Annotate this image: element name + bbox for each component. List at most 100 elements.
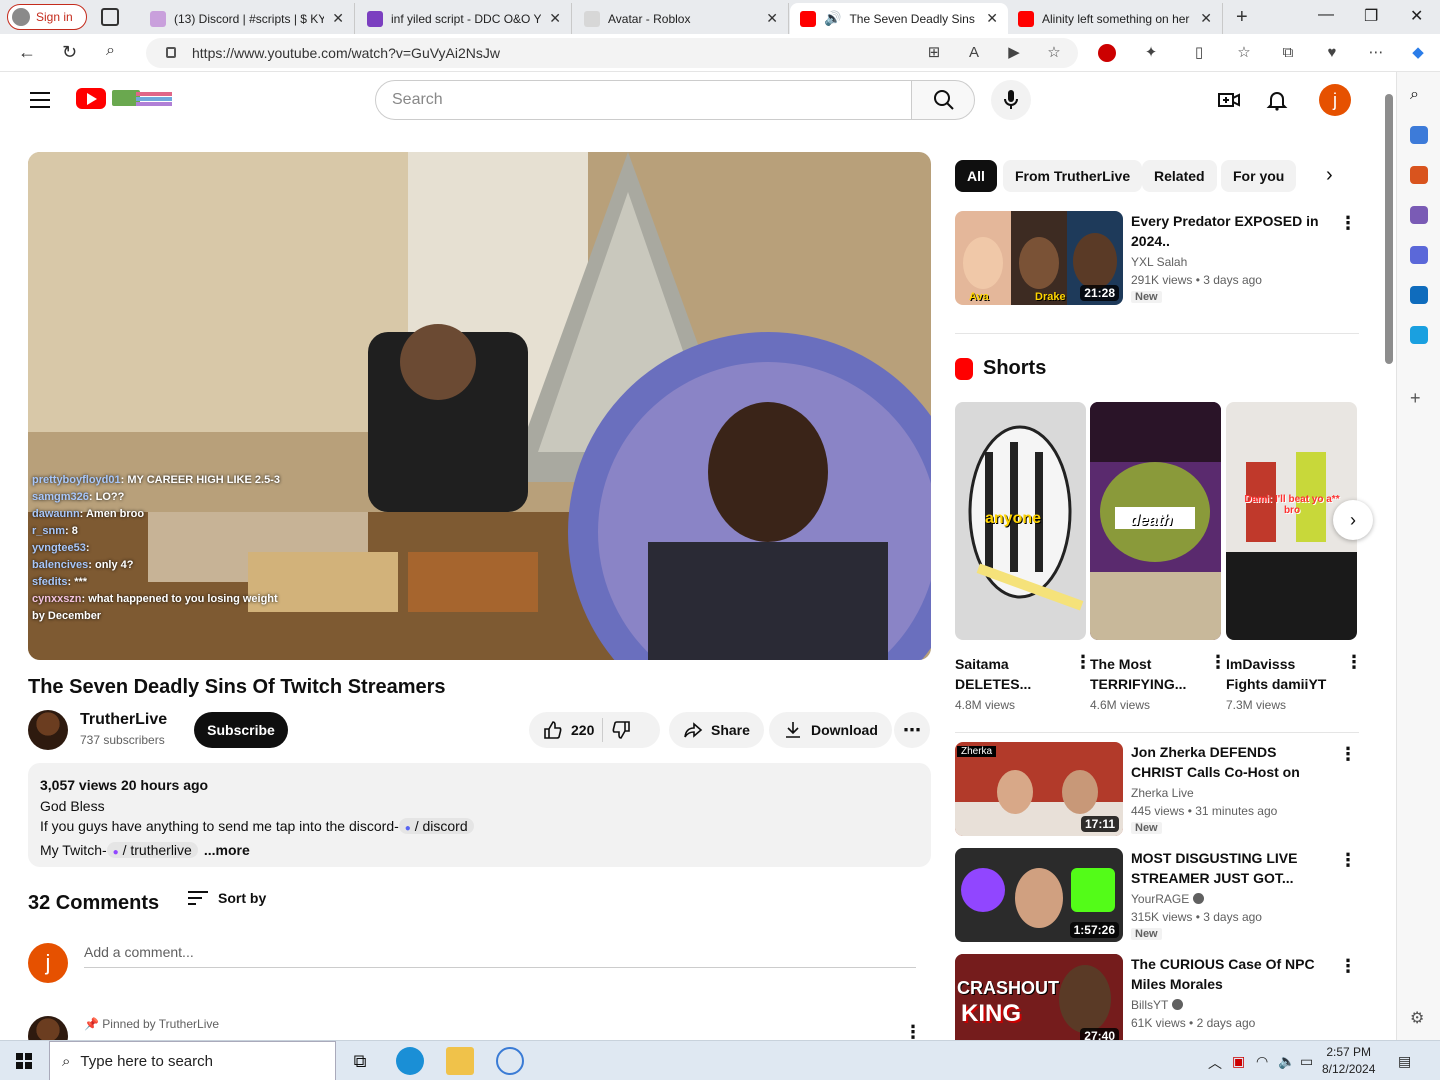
back-arrow-icon[interactable]: ←: [18, 42, 36, 63]
collections-icon[interactable]: ⧉: [1279, 44, 1297, 62]
immersive-reader-icon[interactable]: ▶: [1005, 44, 1023, 62]
edge-browser-icon[interactable]: [396, 1047, 424, 1075]
profile-sign-in-button[interactable]: Sign in: [7, 4, 87, 30]
video-menu-icon[interactable]: ⋮: [1339, 956, 1357, 977]
read-aloud-icon[interactable]: A: [965, 44, 983, 62]
chip-all[interactable]: All: [955, 160, 997, 192]
create-video-icon[interactable]: [1217, 88, 1241, 112]
video-player[interactable]: prettyboyfloyd01: MY CAREER HIGH LIKE 2.…: [28, 152, 931, 660]
browser-tab-roblox[interactable]: Avatar - Roblox ✕: [574, 3, 789, 34]
search-button[interactable]: [911, 80, 975, 120]
sidebar-tools-icon[interactable]: [1410, 166, 1428, 184]
menu-icon[interactable]: [30, 92, 50, 108]
video-menu-icon[interactable]: ⋮: [1339, 213, 1357, 234]
search-icon[interactable]: ⌕: [106, 42, 115, 60]
new-tab-icon[interactable]: +: [1236, 6, 1248, 29]
app-star-icon[interactable]: [496, 1047, 524, 1075]
youtube-logo[interactable]: [76, 88, 106, 109]
video-thumbnail[interactable]: Zherka 17:11: [955, 742, 1123, 836]
short-menu-icon[interactable]: ⋮: [1209, 652, 1227, 673]
settings-more-icon[interactable]: ⋯: [1367, 44, 1385, 62]
system-clock[interactable]: 2:57 PM 8/12/2024: [1322, 1044, 1375, 1078]
recommended-video[interactable]: Ava Drake 21:28 Every Predator EXPOSED i…: [955, 211, 1359, 307]
file-explorer-icon[interactable]: [446, 1047, 474, 1075]
close-tab-icon[interactable]: ✕: [1200, 10, 1212, 27]
voice-search-button[interactable]: [991, 80, 1031, 120]
wifi-icon[interactable]: ◠: [1256, 1053, 1268, 1070]
video-title[interactable]: Jon Zherka DEFENDS CHRIST Calls Co-Host …: [1131, 742, 1327, 782]
sidebar-search-icon[interactable]: ⌕: [1410, 86, 1428, 104]
sidebar-add-icon[interactable]: +: [1410, 388, 1428, 408]
search-input[interactable]: Search: [375, 80, 912, 120]
close-tab-icon[interactable]: ✕: [766, 10, 778, 27]
speaker-audio-icon[interactable]: 🔊: [824, 10, 841, 27]
video-title[interactable]: The CURIOUS Case Of NPC Miles Morales: [1131, 954, 1327, 994]
recommended-video[interactable]: 1:57:26 MOST DISGUSTING LIVE STREAMER JU…: [955, 848, 1359, 944]
browser-tab-active-youtube[interactable]: 🔊 The Seven Deadly Sins C ✕: [790, 3, 1008, 34]
channel-avatar[interactable]: [28, 710, 68, 750]
channel-name[interactable]: YourRAGE: [1131, 892, 1205, 906]
close-tab-icon[interactable]: ✕: [332, 10, 344, 27]
subscribe-button[interactable]: Subscribe: [194, 712, 288, 748]
shorts-next-chevron-icon[interactable]: ›: [1333, 500, 1373, 540]
sidebar-shopping-icon[interactable]: [1410, 126, 1428, 144]
video-menu-icon[interactable]: ⋮: [1339, 850, 1357, 871]
thumbs-down-icon[interactable]: [611, 720, 631, 740]
short-menu-icon[interactable]: ⋮: [1345, 652, 1363, 673]
video-thumbnail[interactable]: Ava Drake 21:28: [955, 211, 1123, 305]
windows-start-icon[interactable]: [16, 1053, 32, 1069]
channel-name[interactable]: Zherka Live: [1131, 786, 1194, 800]
short-video[interactable]: anyone Saitama DELETES... 4.8M views ⋮: [955, 402, 1092, 712]
browser-essentials-icon[interactable]: ♥: [1323, 44, 1341, 62]
recommended-video[interactable]: CRASHOUT KING 27:40 The CURIOUS Case Of …: [955, 954, 1359, 1040]
extension-adblock-icon[interactable]: [1098, 44, 1116, 62]
short-title[interactable]: Saitama DELETES...: [955, 654, 1065, 694]
user-avatar[interactable]: j: [1319, 84, 1351, 116]
video-description[interactable]: 3,057 views 20 hours ago God Bless If yo…: [28, 763, 931, 867]
short-thumbnail[interactable]: anyone: [955, 402, 1086, 640]
short-thumbnail[interactable]: death: [1090, 402, 1221, 640]
sidebar-games-icon[interactable]: [1410, 206, 1428, 224]
channel-name[interactable]: TrutherLive: [80, 711, 167, 729]
channel-name[interactable]: YXL Salah: [1131, 255, 1187, 269]
scrollbar-thumb[interactable]: [1385, 94, 1393, 364]
video-title[interactable]: MOST DISGUSTING LIVE STREAMER JUST GOT..…: [1131, 848, 1327, 888]
pinned-comment-avatar[interactable]: [28, 1016, 68, 1040]
chip-from-trutherlive[interactable]: From TrutherLive: [1003, 160, 1143, 192]
page-scrollbar[interactable]: [1382, 72, 1396, 1040]
like-button[interactable]: 220: [543, 720, 594, 740]
video-thumbnail[interactable]: 1:57:26: [955, 848, 1123, 942]
task-view-icon[interactable]: ⧉: [346, 1047, 374, 1075]
short-title[interactable]: ImDavisss Fights damiiYT at the...: [1226, 654, 1336, 694]
video-menu-icon[interactable]: ⋮: [1339, 744, 1357, 765]
battery-icon[interactable]: ▭: [1300, 1053, 1313, 1070]
more-actions-button[interactable]: ⋯: [894, 712, 930, 748]
recommended-video[interactable]: Zherka 17:11 Jon Zherka DEFENDS CHRIST C…: [955, 742, 1359, 838]
lock-icon[interactable]: [166, 47, 176, 58]
sidebar-outlook-icon[interactable]: [1410, 286, 1428, 304]
video-title[interactable]: Every Predator EXPOSED in 2024..: [1131, 211, 1327, 251]
share-button[interactable]: Share: [669, 712, 764, 748]
notification-center-icon[interactable]: ▤: [1398, 1053, 1411, 1070]
browser-tab-alinity[interactable]: Alinity left something on her ✕: [1008, 3, 1223, 34]
volume-icon[interactable]: 🔈: [1278, 1053, 1295, 1070]
close-tab-icon[interactable]: ✕: [549, 10, 561, 27]
show-more-link[interactable]: ...more: [204, 842, 250, 858]
add-comment-input[interactable]: Add a comment...: [84, 944, 916, 968]
sort-by-button[interactable]: Sort by: [188, 890, 266, 906]
restore-icon[interactable]: ❐: [1364, 6, 1378, 26]
notifications-bell-icon[interactable]: [1265, 88, 1289, 112]
comment-menu-icon[interactable]: ⋮: [904, 1022, 922, 1040]
tab-actions-icon[interactable]: [101, 8, 119, 26]
app-available-icon[interactable]: ⊞: [925, 44, 943, 62]
tray-app-icon[interactable]: ▣: [1232, 1053, 1245, 1070]
browser-tab-script[interactable]: inf yiled script - DDC O&O Y ✕: [357, 3, 572, 34]
youtube-doodle-logo[interactable]: [108, 86, 174, 110]
refresh-icon[interactable]: ↻: [62, 42, 77, 63]
chevron-right-icon[interactable]: ›: [1326, 164, 1333, 187]
download-button[interactable]: Download: [769, 712, 892, 748]
taskbar-search-input[interactable]: ⌕ Type here to search: [49, 1041, 336, 1080]
favorite-star-icon[interactable]: ☆: [1045, 44, 1063, 62]
discord-link[interactable]: ● / discord: [398, 818, 474, 834]
video-thumbnail[interactable]: CRASHOUT KING 27:40: [955, 954, 1123, 1040]
